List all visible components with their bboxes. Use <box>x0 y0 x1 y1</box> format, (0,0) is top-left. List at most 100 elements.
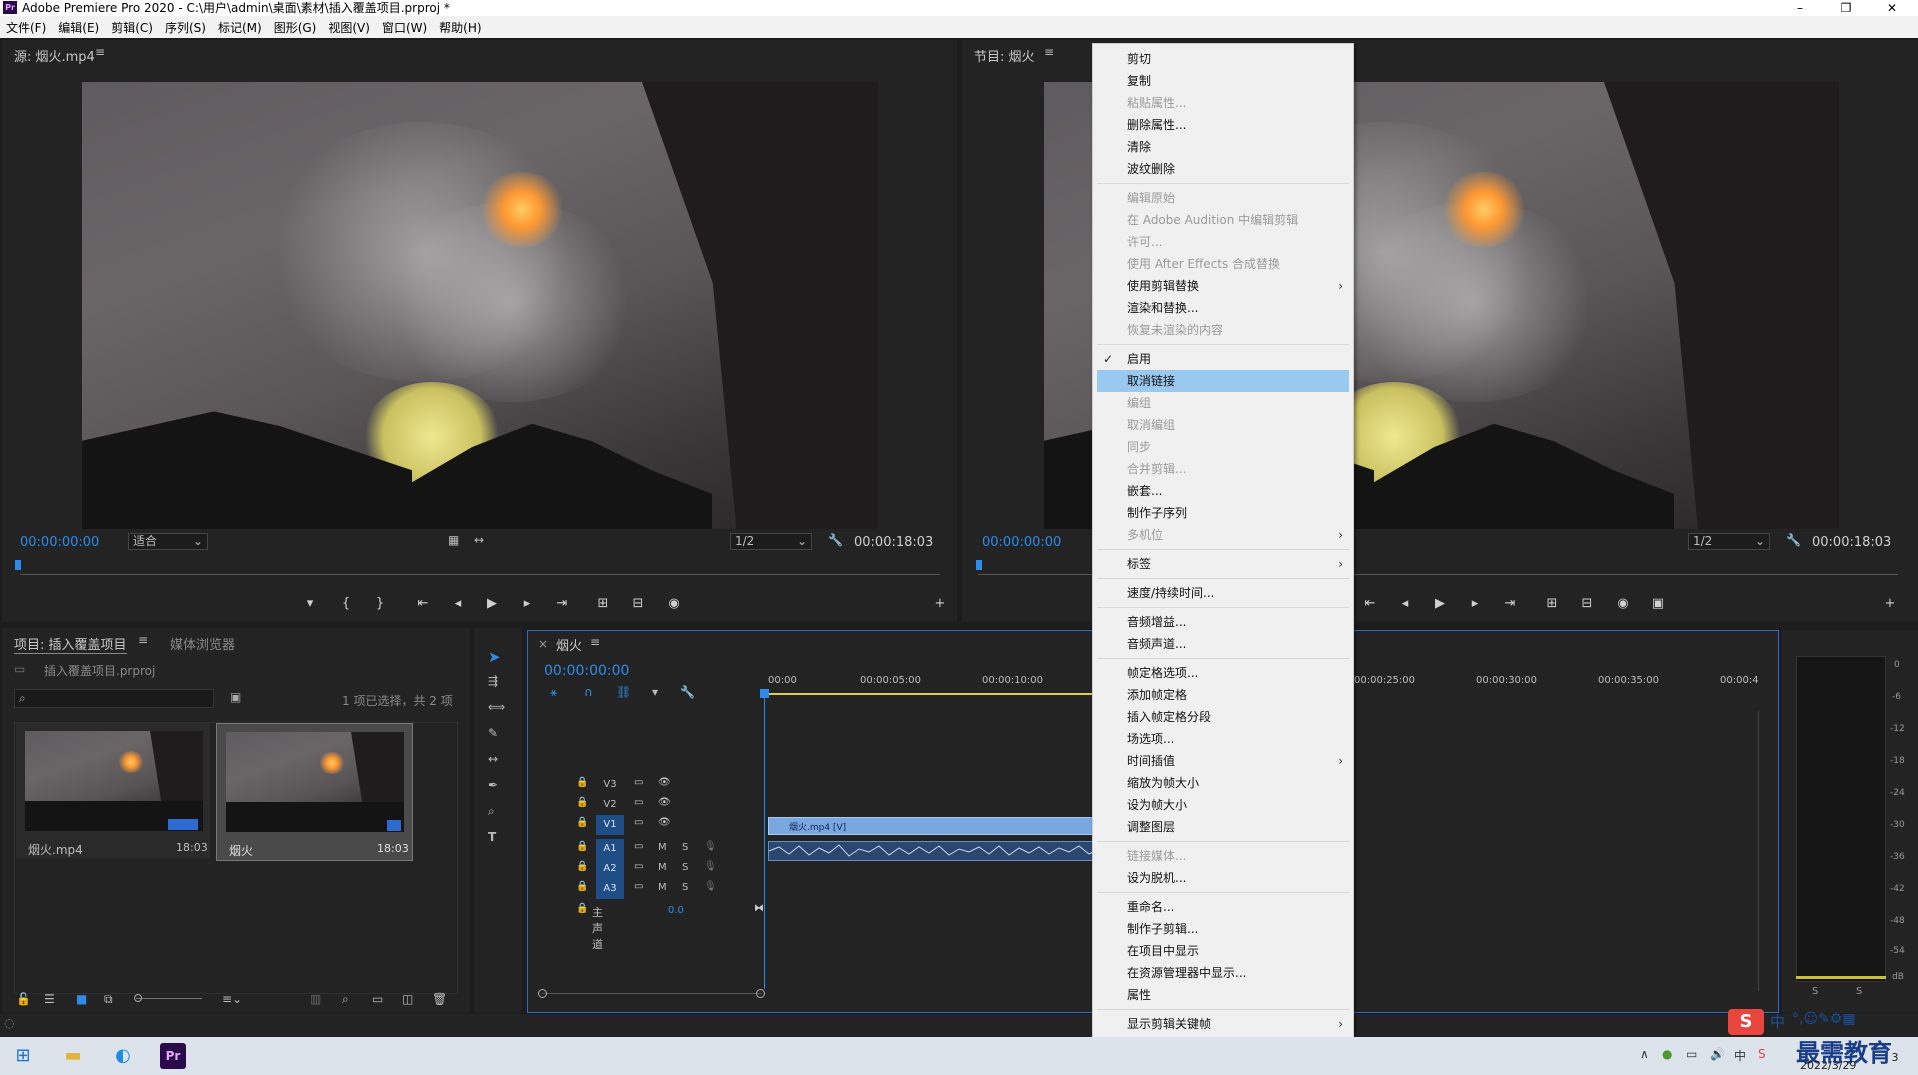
context-menu-item[interactable]: 显示剪辑关键帧 › <box>1093 1013 1353 1035</box>
new-bin-icon[interactable]: ▭ <box>372 992 383 1006</box>
context-menu-item[interactable]: 时间插值 › <box>1093 750 1353 772</box>
ime-tools-icon[interactable]: °,☺✎⚙▦ <box>1792 1011 1856 1027</box>
track-a3-label[interactable]: A3 <box>596 879 624 899</box>
add-marker-icon[interactable]: ▾ <box>652 685 658 699</box>
context-menu-item[interactable]: 重命名... <box>1093 896 1353 918</box>
playhead-handle[interactable] <box>760 689 769 698</box>
wrench-icon[interactable]: 🔧 <box>828 533 843 547</box>
zoom-slider[interactable] <box>136 998 202 999</box>
insert-icon[interactable]: ⊞ <box>595 596 611 611</box>
freeform-view-icon[interactable]: ⧉ <box>104 992 113 1007</box>
razor-tool-icon[interactable]: ✎ <box>488 726 498 740</box>
volume-icon[interactable]: 🔊 <box>1710 1047 1725 1061</box>
sync-lock-icon[interactable]: ▭ <box>634 841 643 852</box>
sogou-tray-icon[interactable]: S <box>1758 1047 1766 1061</box>
context-menu-item[interactable]: 启用 ✓ <box>1093 348 1353 370</box>
nest-toggle-icon[interactable]: ⚹ <box>550 685 557 700</box>
source-timecode[interactable]: 00:00:00:00 <box>20 535 99 550</box>
add-marker-icon[interactable]: ▾ <box>302 596 318 611</box>
solo-button[interactable]: S <box>682 842 688 853</box>
sync-lock-icon[interactable]: ▭ <box>634 861 643 872</box>
program-resolution-dropdown[interactable]: 1/2 ⌄ <box>1688 533 1770 550</box>
context-menu-item[interactable]: 波纹删除 <box>1093 158 1353 180</box>
context-menu-item[interactable]: 清除 <box>1093 136 1353 158</box>
mark-out-icon[interactable]: } <box>372 596 388 611</box>
track-a1-label[interactable]: A1 <box>596 839 624 859</box>
mark-in-icon[interactable]: { <box>338 596 354 611</box>
context-menu-item[interactable]: 音频声道... <box>1093 633 1353 655</box>
extract-icon[interactable]: ⊟ <box>1579 596 1595 611</box>
panel-menu-icon[interactable]: ≡ <box>95 45 105 59</box>
mute-button[interactable]: M <box>658 862 667 873</box>
microphone-icon[interactable]: 🎙 <box>704 881 717 892</box>
play-icon[interactable]: ▶ <box>484 596 500 611</box>
menu-window[interactable]: 窗口(W) <box>382 19 427 36</box>
lock-icon[interactable]: 🔒 <box>576 903 588 914</box>
project-item-video[interactable]: 烟火.mp4 18:03 <box>16 723 210 858</box>
context-menu-item[interactable]: 设为脱机... <box>1093 867 1353 889</box>
camera-icon[interactable]: ◉ <box>1615 596 1631 611</box>
context-menu-item[interactable]: 使用剪辑替换 › <box>1093 275 1353 297</box>
timeline-timecode[interactable]: 00:00:00:00 <box>544 663 629 679</box>
master-volume-value[interactable]: 0.0 <box>668 905 684 916</box>
find-icon[interactable]: ⌕ <box>342 992 349 1007</box>
scrollbar-right-handle[interactable] <box>756 989 765 998</box>
track-v1-label[interactable]: V1 <box>596 815 624 835</box>
close-tab-icon[interactable]: × <box>538 637 548 651</box>
context-menu-item[interactable]: 缩放为帧大小 <box>1093 772 1353 794</box>
windows-start-icon[interactable]: ⊞ <box>10 1043 36 1069</box>
notification-icon[interactable]: 3 <box>1884 1051 1906 1071</box>
sort-icon[interactable]: ≡⌄ <box>222 992 242 1006</box>
camera-icon[interactable]: ◉ <box>666 596 682 611</box>
context-menu-item[interactable]: 音频增益... <box>1093 611 1353 633</box>
solo-button[interactable]: S <box>682 882 688 893</box>
context-menu-item[interactable]: 取消链接 <box>1097 370 1349 392</box>
context-menu-item[interactable]: 复制 <box>1093 70 1353 92</box>
export-frame-settings-icon[interactable]: ↔ <box>474 533 484 547</box>
tray-chevron-icon[interactable]: ∧ <box>1640 1047 1649 1061</box>
context-menu-item[interactable]: 删除属性... <box>1093 114 1353 136</box>
step-forward-icon[interactable]: ▸ <box>519 596 535 611</box>
project-search-input[interactable]: ⌕ <box>14 689 214 708</box>
track-select-tool-icon[interactable]: ⇶ <box>488 674 498 688</box>
tab-media-browser[interactable]: 媒体浏览器 <box>170 634 235 653</box>
sync-lock-icon[interactable]: ▭ <box>634 881 643 892</box>
microphone-icon[interactable]: 🎙 <box>704 861 717 872</box>
sync-lock-icon[interactable]: ▭ <box>634 817 643 828</box>
context-menu-item[interactable]: 渲染和替换... <box>1093 297 1353 319</box>
list-view-icon[interactable]: ☰ <box>44 992 55 1006</box>
context-menu-item[interactable]: 属性 <box>1093 984 1353 1006</box>
video-clip[interactable]: 烟火.mp4 [V] <box>768 817 1108 835</box>
context-menu-item[interactable]: 剪切 <box>1093 48 1353 70</box>
add-button-icon[interactable]: + <box>932 596 948 611</box>
timeline-tab[interactable]: 烟火 <box>556 635 582 654</box>
lock-icon[interactable]: 🔒 <box>576 841 588 852</box>
program-monitor-title[interactable]: 节目: 烟火 <box>974 46 1035 65</box>
play-icon[interactable]: ▶ <box>1432 596 1448 611</box>
ripple-edit-tool-icon[interactable]: ⟺ <box>488 700 505 714</box>
audio-clip[interactable] <box>768 841 1109 861</box>
slip-tool-icon[interactable]: ↔ <box>488 752 498 766</box>
menu-graphics[interactable]: 图形(G) <box>274 19 317 36</box>
panel-menu-icon[interactable]: ≡ <box>590 635 600 649</box>
go-to-out-icon[interactable]: ⇥ <box>554 596 570 611</box>
close-button[interactable]: ✕ <box>1872 0 1912 16</box>
eye-icon[interactable]: 👁 <box>658 797 671 808</box>
tab-project[interactable]: 项目: 插入覆盖项目 <box>14 634 127 654</box>
maximize-button[interactable]: ❐ <box>1826 0 1866 16</box>
ime-mode[interactable]: 中 <box>1770 1011 1785 1032</box>
icon-view-icon[interactable]: ■ <box>76 992 87 1006</box>
lock-icon[interactable]: 🔒 <box>576 777 588 788</box>
step-back-icon[interactable]: ◂ <box>450 596 466 611</box>
context-menu-item[interactable]: 设为帧大小 <box>1093 794 1353 816</box>
lock-icon[interactable]: 🔒 <box>576 861 588 872</box>
minimize-button[interactable]: – <box>1780 0 1820 16</box>
sync-lock-icon[interactable]: ▭ <box>634 777 643 788</box>
context-menu-item[interactable]: 插入帧定格分段 <box>1093 706 1353 728</box>
solo-right-button[interactable]: S <box>1856 986 1862 997</box>
linked-selection-icon[interactable]: ⛓ <box>616 685 631 699</box>
snap-icon[interactable]: ∩ <box>584 685 593 699</box>
tray-app-icon[interactable]: ● <box>1662 1047 1672 1061</box>
trash-icon[interactable]: 🗑 <box>432 992 447 1006</box>
source-video-frame[interactable] <box>82 82 878 529</box>
